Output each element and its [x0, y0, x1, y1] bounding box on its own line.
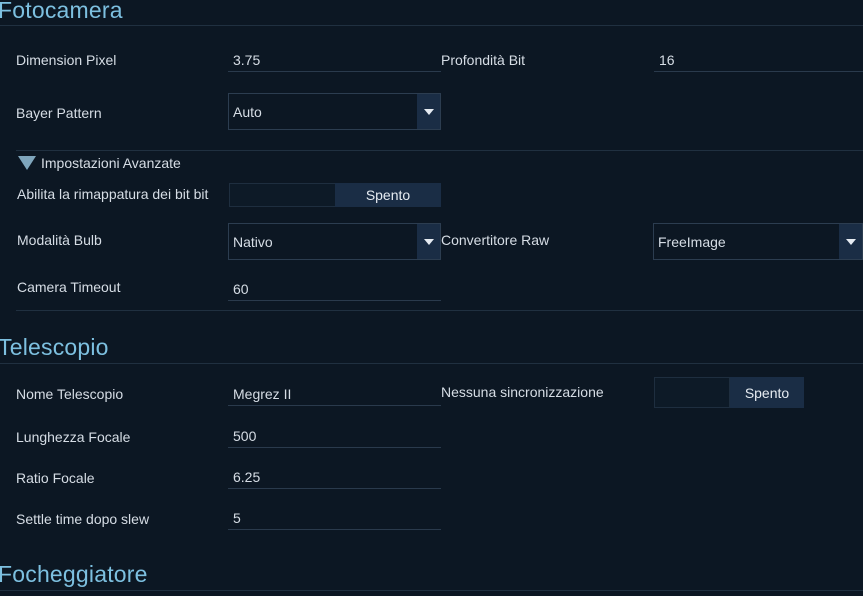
camera-title-divider [0, 25, 863, 26]
chevron-down-icon[interactable] [839, 224, 862, 259]
bitscale-toggle[interactable]: Spento [229, 183, 441, 207]
focal-length-input[interactable]: 500 [228, 424, 441, 448]
bitscale-toggle-button[interactable]: Spento [335, 183, 441, 207]
bayer-pattern-dropdown[interactable]: Auto [228, 93, 441, 130]
advanced-divider [16, 150, 863, 151]
bit-depth-label: Profondità Bit [441, 52, 526, 68]
bayer-pattern-label: Bayer Pattern [16, 105, 102, 121]
focal-ratio-input[interactable]: 6.25 [228, 465, 441, 489]
no-sync-toggle-track[interactable] [654, 377, 730, 408]
pixel-size-input[interactable]: 3.75 [228, 48, 441, 72]
bulb-mode-label: Modalità Bulb [17, 232, 102, 248]
settle-time-label: Settle time dopo slew [16, 511, 150, 527]
camera-section-title: Fotocamera [0, 0, 123, 23]
focal-length-label: Lunghezza Focale [16, 429, 131, 445]
advanced-settings-expander[interactable]: Impostazioni Avanzate [18, 155, 181, 171]
raw-converter-label: Convertitore Raw [441, 232, 550, 248]
chevron-down-icon[interactable] [417, 94, 440, 129]
telescope-title-divider [0, 363, 863, 364]
bitscale-toggle-track[interactable] [229, 183, 336, 207]
settle-time-input[interactable]: 5 [228, 506, 441, 530]
telescope-section-title: Telescopio [0, 334, 109, 360]
triangle-down-icon [18, 156, 36, 170]
camera-section-divider [16, 310, 863, 311]
advanced-settings-label: Impostazioni Avanzate [41, 155, 181, 171]
focuser-section-title: Focheggiatore [0, 561, 148, 587]
focal-ratio-label: Ratio Focale [16, 470, 95, 486]
telescope-name-input[interactable]: Megrez II [228, 382, 441, 406]
raw-converter-value: FreeImage [658, 233, 726, 250]
bit-depth-input[interactable]: 16 [654, 48, 863, 72]
camera-timeout-input[interactable]: 60 [228, 277, 441, 301]
bayer-pattern-value: Auto [233, 103, 262, 120]
telescope-name-label: Nome Telescopio [16, 386, 124, 402]
bulb-mode-dropdown[interactable]: Nativo [228, 223, 441, 260]
focuser-title-divider [0, 590, 863, 591]
no-sync-label: Nessuna sincronizzazione [441, 384, 604, 400]
camera-timeout-label: Camera Timeout [17, 279, 121, 295]
pixel-size-label: Dimension Pixel [16, 52, 117, 68]
no-sync-toggle-button[interactable]: Spento [730, 377, 804, 408]
no-sync-toggle[interactable]: Spento [654, 377, 804, 408]
raw-converter-dropdown[interactable]: FreeImage [653, 223, 863, 260]
bitscale-label: Abilita la rimappatura dei bit bit [17, 186, 209, 202]
chevron-down-icon[interactable] [417, 224, 440, 259]
bulb-mode-value: Nativo [233, 233, 273, 250]
